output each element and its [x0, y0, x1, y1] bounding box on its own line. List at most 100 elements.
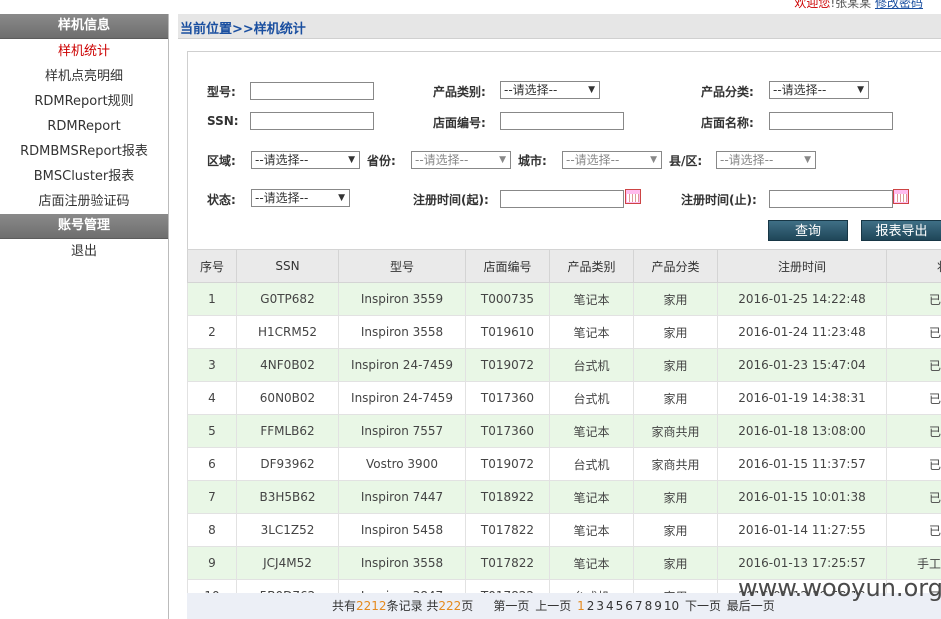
total-records: 2212	[356, 599, 387, 613]
total-prefix: 共有	[332, 599, 357, 613]
reg-start-input[interactable]	[500, 190, 624, 208]
page-number-link[interactable]: 4	[606, 599, 614, 613]
pages-suffix: 页	[461, 599, 474, 613]
store-code-input[interactable]	[500, 112, 624, 130]
classification-select[interactable]: --请选择-- ▼	[769, 81, 869, 99]
page-number-link[interactable]: 8	[645, 599, 653, 613]
province-select-value: --请选择--	[415, 153, 469, 167]
table-row: 7 B3H5B62 Inspiron 7447 T018922 笔记本 家用 2016-01…	[187, 480, 941, 514]
table-cell: 2016-01-18 13:08:00	[717, 414, 887, 448]
table-row: 3 4NF0B02 Inspiron 24-7459 T019072 台式机 家用 2016…	[187, 348, 941, 382]
ssn-label: SSN:	[207, 114, 239, 128]
filter-panel: 型号: 产品类别: --请选择-- ▼ 产品分类: --请选择-- ▼ SSN: 店…	[187, 51, 941, 258]
table-cell: 6	[187, 447, 237, 481]
top-links: 欢迎您!张某某 修改密码	[794, 0, 923, 11]
export-button[interactable]: 报表导出	[861, 220, 941, 241]
table-cell: 台式机	[549, 348, 634, 382]
reg-end-input[interactable]	[769, 190, 893, 208]
sidebar-section-account: 账号管理	[0, 214, 168, 239]
page-number-link[interactable]: 7	[635, 599, 643, 613]
sidebar-item-sample-stats[interactable]: 样机统计	[0, 39, 168, 64]
store-code-label: 店面编号:	[433, 116, 486, 130]
table-cell: 8	[187, 513, 237, 547]
county-select[interactable]: --请选择-- ▼	[716, 151, 816, 169]
table-cell: 已注册	[886, 480, 941, 514]
table-cell: Inspiron 7557	[338, 414, 466, 448]
table-cell: 家用	[633, 381, 718, 415]
status-label: 状态:	[207, 193, 236, 207]
page-number-link[interactable]: 6	[625, 599, 633, 613]
table-cell: 2	[187, 315, 237, 349]
table-cell: JCJ4M52	[236, 546, 339, 580]
next-page-link[interactable]: 下一页	[685, 599, 721, 613]
table-cell: 2016-01-23 15:47:04	[717, 348, 887, 382]
watermark-text: www.wooyun.org	[738, 574, 941, 602]
ssn-input[interactable]	[250, 112, 374, 130]
table-cell: 已注册	[886, 315, 941, 349]
reg-start-label: 注册时间(起):	[413, 193, 489, 207]
sidebar-item-store-verification[interactable]: 店面注册验证码	[0, 189, 168, 214]
column-header: 型号	[338, 249, 466, 283]
store-name-input[interactable]	[769, 112, 893, 130]
table-header-row: 序号 SSN 型号 店面编号 产品类别 产品分类 注册时间 状态	[187, 249, 941, 283]
page-number-link[interactable]: 1	[577, 599, 585, 613]
table-cell: 4NF0B02	[236, 348, 339, 382]
classification-label: 产品分类:	[701, 85, 754, 99]
table-cell: FFMLB62	[236, 414, 339, 448]
region-label: 区域:	[207, 154, 236, 168]
page-number-link[interactable]: 2	[587, 599, 595, 613]
breadcrumb: 当前位置>>样机统计	[178, 14, 941, 39]
first-page-link[interactable]: 第一页	[493, 599, 529, 613]
sidebar-item-rdmbmsreport[interactable]: RDMBMSReport报表	[0, 139, 168, 164]
sidebar-item-rdmreport[interactable]: RDMReport	[0, 114, 168, 139]
city-select[interactable]: --请选择-- ▼	[562, 151, 662, 169]
table-cell: 4	[187, 381, 237, 415]
model-label: 型号:	[207, 85, 236, 99]
page-number-link[interactable]: 3	[596, 599, 604, 613]
query-button[interactable]: 查询	[768, 220, 848, 241]
table-cell: T017360	[465, 414, 550, 448]
category-select[interactable]: --请选择-- ▼	[500, 81, 600, 99]
sidebar-item-logout[interactable]: 退出	[0, 239, 168, 264]
table-cell: T019610	[465, 315, 550, 349]
table-cell: Inspiron 5458	[338, 513, 466, 547]
page-number-link[interactable]: 5	[616, 599, 624, 613]
province-select[interactable]: --请选择-- ▼	[411, 151, 511, 169]
column-header: 序号	[187, 249, 237, 283]
model-input[interactable]	[250, 82, 374, 100]
main-content: 当前位置>>样机统计 型号: 产品类别: --请选择-- ▼ 产品分类: --请选…	[178, 14, 941, 619]
table-row: 6 DF93962 Vostro 3900 T019072 台式机 家商共用 2016-01…	[187, 447, 941, 481]
table-cell: T017822	[465, 513, 550, 547]
table-row: 4 60N0B02 Inspiron 24-7459 T017360 台式机 家用 2016…	[187, 381, 941, 415]
table-cell: H1CRM52	[236, 315, 339, 349]
table-row: 2 H1CRM52 Inspiron 3558 T019610 笔记本 家用 2016-01…	[187, 315, 941, 349]
calendar-icon[interactable]	[625, 189, 641, 204]
table-cell: 台式机	[549, 381, 634, 415]
table-cell: G0TP682	[236, 282, 339, 316]
calendar-icon[interactable]	[893, 189, 909, 204]
chevron-down-icon: ▼	[804, 155, 811, 165]
sidebar-item-bmscluster[interactable]: BMSCluster报表	[0, 164, 168, 189]
pagination-inner: 共有2212条记录 共222页 第一页 上一页 1 2 3 4 5 6 7 8 9 10 下一页 …	[332, 597, 776, 614]
sidebar-item-lighting-detail[interactable]: 样机点亮明细	[0, 64, 168, 89]
table-cell: T019072	[465, 348, 550, 382]
page-number-link[interactable]: 10	[664, 599, 679, 613]
table-cell: 9	[187, 546, 237, 580]
table-cell: 笔记本	[549, 315, 634, 349]
category-label: 产品类别:	[433, 85, 486, 99]
page-number-link[interactable]: 9	[654, 599, 662, 613]
prev-page-link[interactable]: 上一页	[535, 599, 571, 613]
table-cell: T019072	[465, 447, 550, 481]
status-select[interactable]: --请选择-- ▼	[251, 189, 350, 207]
change-password-link[interactable]: 修改密码	[875, 0, 923, 10]
region-select[interactable]: --请选择-- ▼	[251, 151, 360, 169]
chevron-down-icon: ▼	[338, 193, 345, 203]
reg-end-label: 注册时间(止):	[681, 193, 757, 207]
table-row: 1 G0TP682 Inspiron 3559 T000735 笔记本 家用 2016-01…	[187, 282, 941, 316]
sidebar-item-rdmreport-rules[interactable]: RDMReport规则	[0, 89, 168, 114]
county-select-value: --请选择--	[720, 153, 774, 167]
column-header: 状态	[886, 249, 941, 283]
chevron-down-icon: ▼	[348, 155, 355, 165]
table-cell: 已注册	[886, 447, 941, 481]
table-cell: 家用	[633, 546, 718, 580]
